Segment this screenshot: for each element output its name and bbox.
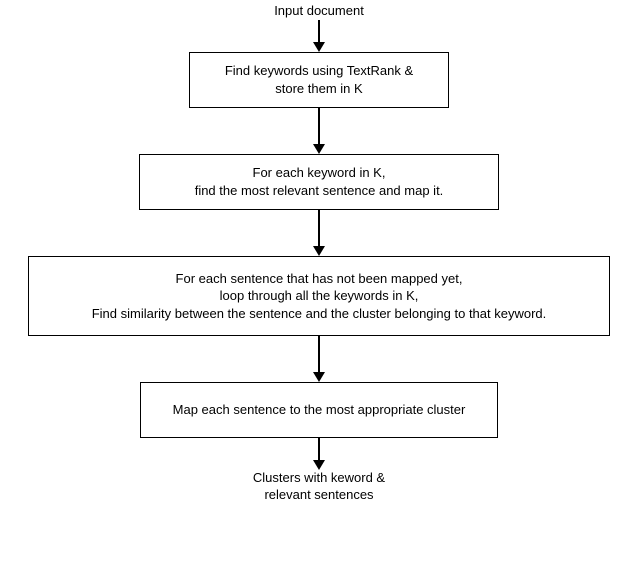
process-step-4: Map each sentence to the most appropriat…: [140, 382, 498, 438]
process-step-2: For each keyword in K, find the most rel…: [139, 154, 499, 210]
arrow-head-icon: [313, 372, 325, 382]
arrow-head-icon: [313, 144, 325, 154]
arrow-head-icon: [313, 460, 325, 470]
output-terminal: Clusters with keword & relevant sentence…: [253, 470, 385, 504]
arrow-head-icon: [313, 246, 325, 256]
arrow-icon: [313, 20, 325, 52]
process-step-1: Find keywords using TextRank & store the…: [189, 52, 449, 108]
process-step-3: For each sentence that has not been mapp…: [28, 256, 610, 336]
arrow-shaft: [318, 336, 320, 372]
arrow-head-icon: [313, 42, 325, 52]
arrow-icon: [313, 336, 325, 382]
arrow-icon: [313, 108, 325, 154]
flowchart: Input document Find keywords using TextR…: [0, 0, 638, 504]
arrow-shaft: [318, 20, 320, 42]
arrow-shaft: [318, 108, 320, 144]
input-terminal: Input document: [274, 3, 364, 20]
arrow-shaft: [318, 438, 320, 460]
arrow-icon: [313, 438, 325, 470]
arrow-shaft: [318, 210, 320, 246]
arrow-icon: [313, 210, 325, 256]
